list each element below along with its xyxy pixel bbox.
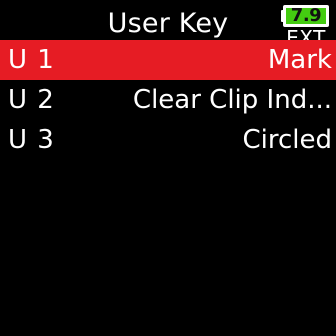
user-key-label: U 3 <box>8 125 55 155</box>
battery-level-text: 7.9 <box>290 5 322 26</box>
user-key-function: Mark <box>267 45 332 75</box>
user-key-function: Circled <box>242 125 332 155</box>
user-key-label: U 2 <box>8 85 55 115</box>
battery-terminal <box>281 10 284 22</box>
user-key-row-u1[interactable]: U 1 Mark <box>0 40 336 80</box>
user-key-row-u3[interactable]: U 3 Circled <box>0 120 336 160</box>
battery-icon: 7.9 <box>281 5 329 27</box>
user-key-list: U 1 Mark U 2 Clear Clip Ind... U 3 Circl… <box>0 40 336 160</box>
user-key-row-u2[interactable]: U 2 Clear Clip Ind... <box>0 80 336 120</box>
user-key-label: U 1 <box>8 45 55 75</box>
user-key-function: Clear Clip Ind... <box>132 85 332 115</box>
user-key-screen: User Key 7.9 EXT U 1 Mark U 2 Clear Clip… <box>0 0 336 336</box>
